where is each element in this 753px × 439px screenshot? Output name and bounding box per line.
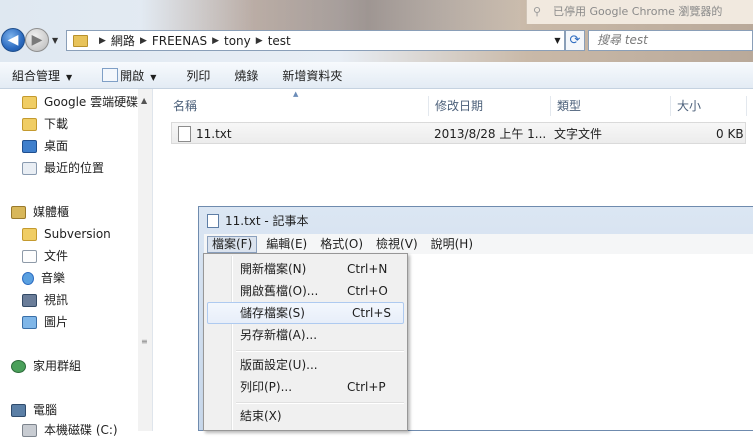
explorer-titlebar: ⚲ 已停用 Google Chrome 瀏覽器的 ◀ ▶ ▼ ▶ 網路 ▶ FRE… [0,0,753,62]
menu-separator [236,402,404,404]
menu-item-open[interactable]: 開啟舊檔(O)... Ctrl+O [207,280,404,302]
folder-icon [22,117,37,131]
menu-edit[interactable]: 編輯(E) [262,236,311,253]
address-dropdown-button[interactable]: ▼ [551,30,565,51]
menu-item-print[interactable]: 列印(P)... Ctrl+P [207,376,404,398]
forward-button[interactable]: ▶ [25,28,49,52]
menu-help[interactable]: 說明(H) [427,236,477,253]
sidebar-item-google-drive[interactable]: Google 雲端硬碟 [22,93,138,111]
recent-places-icon [22,161,37,175]
sidebar-scrollbar[interactable]: ▲ ≡ [138,89,152,431]
print-button[interactable]: 列印 [186,67,210,84]
open-button[interactable]: 開啟 ▼ [102,67,156,84]
chevron-right-icon[interactable]: ▶ [212,36,219,46]
folder-icon [22,227,37,241]
sidebar-item-documents[interactable]: 文件 [22,247,138,265]
chrome-notification: ⚲ 已停用 Google Chrome 瀏覽器的 [526,0,753,24]
breadcrumb-freenas[interactable]: FREENAS [152,34,207,48]
drive-icon [22,423,37,437]
menu-item-save[interactable]: 儲存檔案(S) Ctrl+S [207,302,404,324]
menu-view[interactable]: 檢視(V) [372,236,422,253]
chevron-down-icon: ▼ [150,72,157,82]
menu-item-page-setup[interactable]: 版面設定(U)... [207,354,404,376]
video-icon [22,293,37,307]
menu-file[interactable]: 檔案(F) [207,235,258,253]
menu-format[interactable]: 格式(O) [316,236,367,253]
address-bar[interactable]: ▶ 網路 ▶ FREENAS ▶ tony ▶ test [66,30,552,51]
column-header-date-modified[interactable]: 修改日期 [429,96,551,116]
library-icon [11,205,26,219]
text-file-icon [178,126,191,142]
desktop-icon [22,139,37,153]
file-menu-dropdown: 開新檔案(N) Ctrl+N 開啟舊檔(O)... Ctrl+O 儲存檔案(S) Ct… [203,253,408,431]
folder-icon [73,34,88,47]
menu-separator [236,350,404,352]
column-header-type[interactable]: 類型 [551,96,671,116]
refresh-button[interactable]: ⟳ [565,30,585,51]
music-icon [22,271,34,285]
pin-icon: ⚲ [533,5,542,18]
chevron-down-icon: ▼ [66,72,73,82]
chevron-right-icon[interactable]: ▶ [99,36,106,46]
scroll-grip-icon[interactable]: ≡ [141,337,148,346]
chevron-right-icon[interactable]: ▶ [140,36,147,46]
navigation-pane: Google 雲端硬碟 下載 桌面 最近的位置 媒體櫃 Subversion 文… [0,89,153,437]
arrow-left-icon: ◀ [7,32,19,48]
menu-item-exit[interactable]: 結束(X) [207,405,404,427]
sidebar-item-pictures[interactable]: 圖片 [22,313,138,331]
sidebar-item-desktop[interactable]: 桌面 [22,137,138,155]
burn-button[interactable]: 燒錄 [234,67,258,84]
sidebar-item-music[interactable]: 音樂 [22,269,138,287]
sidebar-item-recent-places[interactable]: 最近的位置 [22,159,138,177]
background-image [140,0,520,30]
organize-button[interactable]: 組合管理 ▼ [12,67,72,84]
documents-icon [22,249,37,263]
arrow-right-icon: ▶ [31,32,43,48]
file-name: 11.txt [196,127,232,141]
computer-icon [11,403,26,417]
window-title: 11.txt - 記事本 [225,214,309,228]
sidebar-item-homegroup[interactable]: 家用群組 [11,357,127,375]
chevron-down-icon: ▼ [554,36,561,45]
notepad-titlebar[interactable]: 11.txt - 記事本 [207,212,309,229]
recent-pages-dropdown[interactable]: ▼ [52,36,58,45]
sidebar-item-libraries[interactable]: 媒體櫃 [11,203,127,221]
chevron-right-icon[interactable]: ▶ [256,36,263,46]
breadcrumb-test[interactable]: test [268,34,291,48]
folder-icon [22,95,37,109]
sidebar-item-local-disk[interactable]: 本機磁碟 (C:) [22,421,138,439]
open-icon [102,67,119,82]
breadcrumb-tony[interactable]: tony [224,34,251,48]
sidebar-item-subversion[interactable]: Subversion [22,225,138,243]
homegroup-icon [11,359,26,373]
table-row[interactable]: 11.txt 2013/8/28 上午 1... 文字文件 0 KB [171,122,746,144]
menu-item-new[interactable]: 開新檔案(N) Ctrl+N [207,258,404,280]
back-button[interactable]: ◀ [1,28,25,52]
sidebar-item-computer[interactable]: 電腦 [11,401,127,419]
column-header-name[interactable]: 名稱 [167,96,429,116]
refresh-icon: ⟳ [569,33,581,48]
file-type: 文字文件 [554,127,603,141]
sidebar-item-downloads[interactable]: 下載 [22,115,138,133]
menu-bar: 檔案(F) 編輯(E) 格式(O) 檢視(V) 說明(H) [204,234,753,255]
search-input[interactable]: 搜尋 test [588,30,753,51]
notepad-icon [207,213,219,228]
breadcrumb-network[interactable]: 網路 [111,32,135,49]
new-folder-button[interactable]: 新增資料夾 [282,67,342,84]
column-header-size[interactable]: 大小 [671,96,747,116]
pictures-icon [22,315,37,329]
command-bar: 組合管理 ▼ 開啟 ▼ 列印 燒錄 新增資料夾 [0,62,753,89]
scroll-up-icon[interactable]: ▲ [141,96,147,105]
menu-item-save-as[interactable]: 另存新檔(A)... [207,324,404,346]
sidebar-item-videos[interactable]: 視訊 [22,291,138,309]
file-size: 0 KB [716,127,744,141]
file-modified: 2013/8/28 上午 1... [434,127,546,141]
